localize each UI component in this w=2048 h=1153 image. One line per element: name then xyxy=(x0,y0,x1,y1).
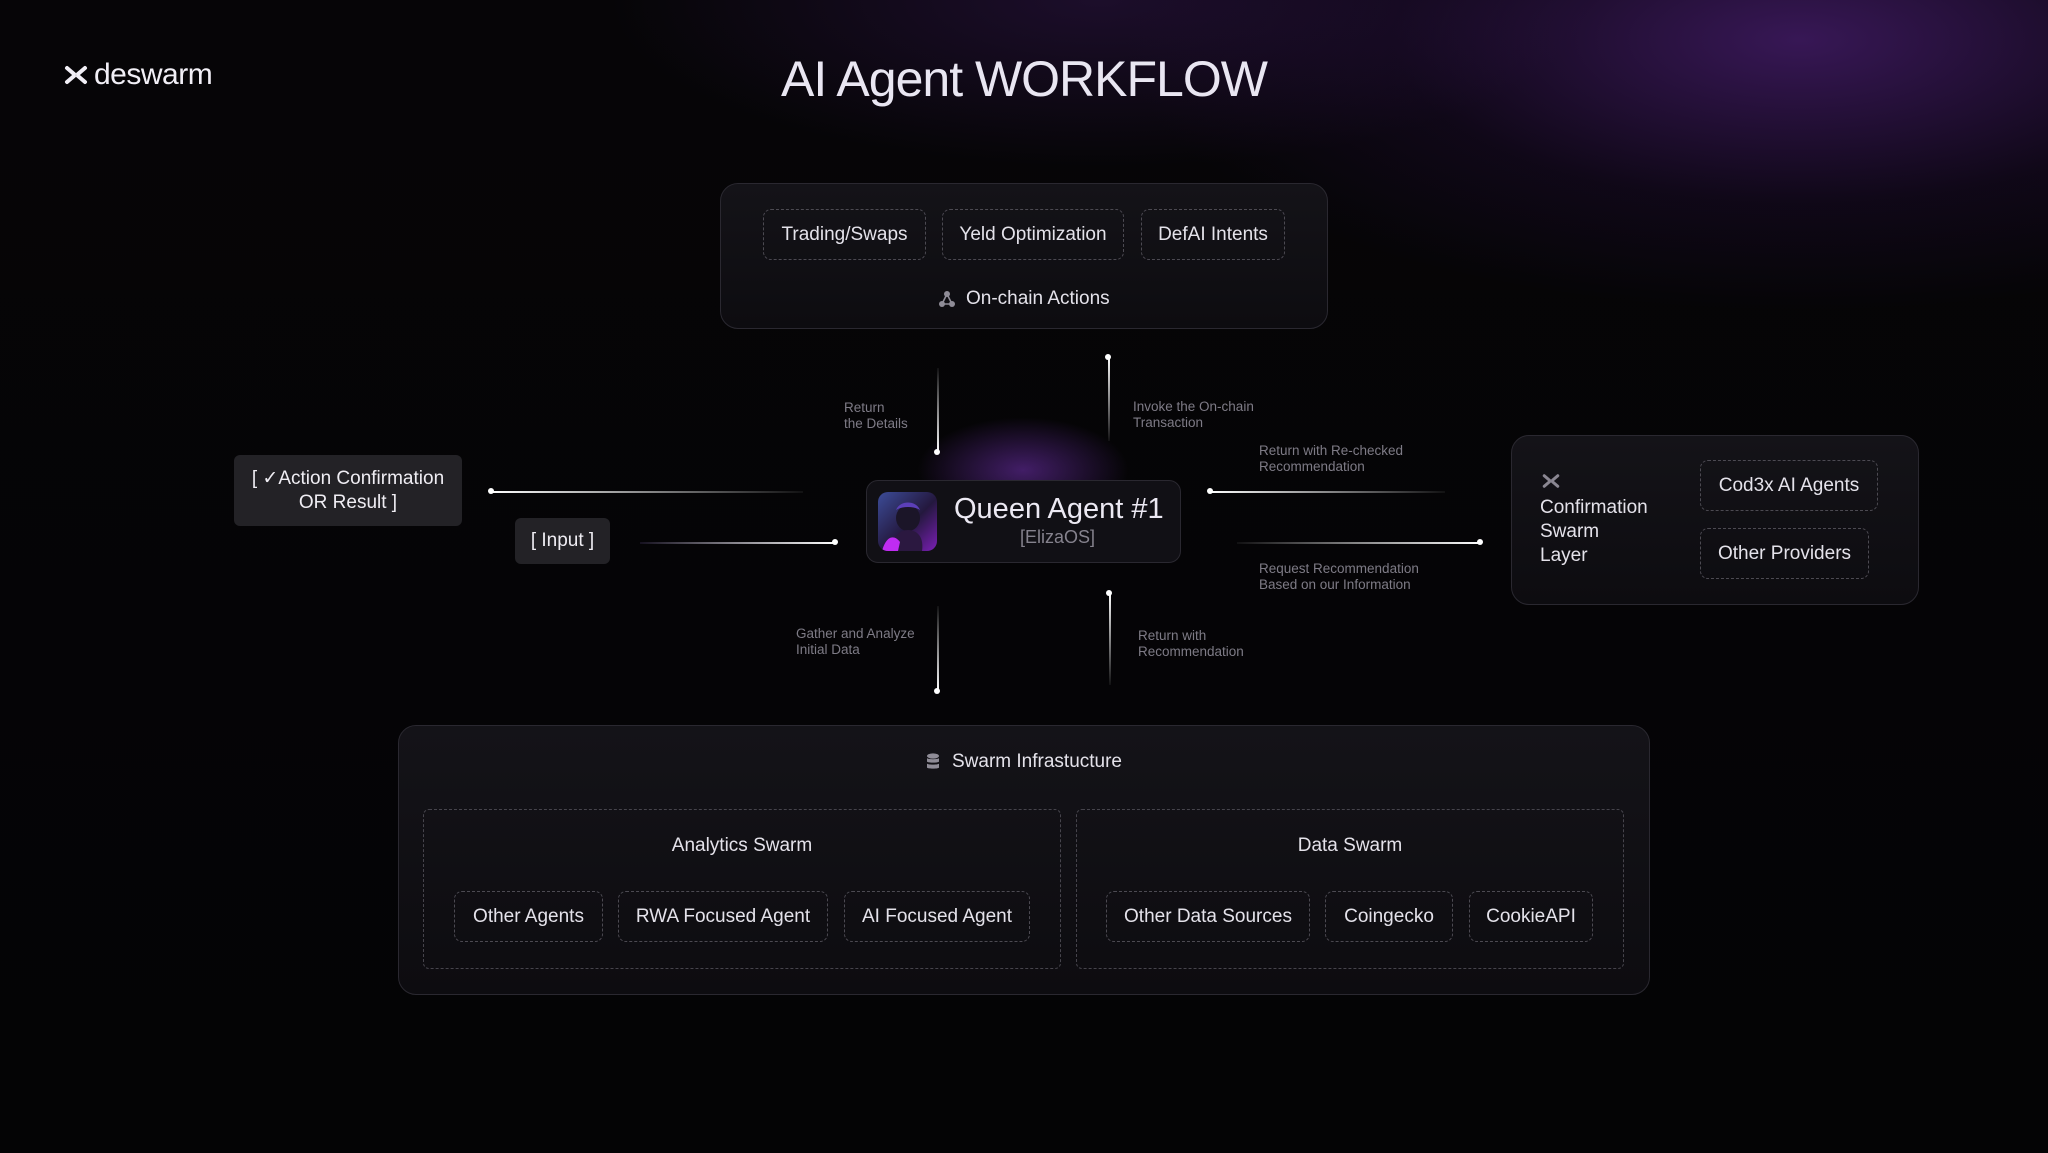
connector-invoke-tx xyxy=(1108,357,1110,441)
flow-label-return-rechecked: Return with Re-checked Recommendation xyxy=(1259,443,1404,474)
queen-agent-subtitle: [ElizaOS] xyxy=(1020,527,1096,547)
connector-output xyxy=(491,491,803,493)
agent-rwa-focused[interactable]: RWA Focused Agent xyxy=(618,891,828,942)
source-coingecko[interactable]: Coingecko xyxy=(1325,891,1453,942)
connector-gather-analyze xyxy=(937,606,939,690)
queen-agent-name: Queen Agent #1 xyxy=(954,493,1164,525)
flow-label-request-reco: Request Recommendation Based on our Info… xyxy=(1259,561,1419,592)
provider-cod3x[interactable]: Cod3x AI Agents xyxy=(1700,460,1878,511)
connector-dot xyxy=(488,488,494,494)
page-title: AI Agent WORKFLOW xyxy=(781,51,1268,107)
connector-dot xyxy=(934,449,940,455)
flow-label-return-details: Return the Details xyxy=(844,400,908,431)
confirmation-swarm-label: Confirmation Swarm Layer xyxy=(1540,497,1648,566)
flow-label-invoke-tx: Invoke the On-chain Transaction xyxy=(1133,399,1254,430)
connector-dot xyxy=(1207,488,1213,494)
connector-dot xyxy=(1477,539,1483,545)
connector-request-reco xyxy=(1237,542,1481,544)
data-swarm-title: Data Swarm xyxy=(1297,835,1403,856)
connector-return-reco xyxy=(1109,593,1111,685)
analytics-swarm-title: Analytics Swarm xyxy=(671,835,813,856)
agent-other-agents[interactable]: Other Agents xyxy=(454,891,603,942)
onchain-actions-label: On-chain Actions xyxy=(938,288,1110,310)
swarm-infrastructure-text: Swarm Infrastucture xyxy=(952,751,1122,772)
database-icon xyxy=(927,753,939,769)
connector-dot xyxy=(934,688,940,694)
connector-return-rechecked xyxy=(1210,491,1445,493)
action-defai-intents[interactable]: DefAI Intents xyxy=(1141,209,1285,260)
network-icon xyxy=(939,291,955,307)
flow-label-gather-analyze: Gather and Analyze Initial Data xyxy=(796,626,915,657)
input-box: [ Input ] xyxy=(515,518,610,564)
data-swarm-box xyxy=(1076,809,1624,969)
provider-other[interactable]: Other Providers xyxy=(1700,528,1869,579)
action-trading-swaps[interactable]: Trading/Swaps xyxy=(763,209,926,260)
analytics-swarm-box xyxy=(423,809,1061,969)
output-action-confirmation: [ ✓Action Confirmation OR Result ] xyxy=(234,455,462,526)
flow-label-return-reco: Return with Recommendation xyxy=(1138,628,1244,659)
swarm-mark-icon xyxy=(1542,474,1560,488)
connector-dot xyxy=(832,539,838,545)
connector-dot xyxy=(1106,590,1112,596)
onchain-actions-text: On-chain Actions xyxy=(966,288,1110,309)
agent-avatar xyxy=(878,492,937,551)
swarm-infrastructure-title: Swarm Infrastucture xyxy=(926,751,1122,773)
action-yield-optimization[interactable]: Yeld Optimization xyxy=(942,209,1124,260)
connector-return-details xyxy=(937,368,939,452)
source-other-data[interactable]: Other Data Sources xyxy=(1106,891,1310,942)
connector-input xyxy=(640,542,835,544)
connector-dot xyxy=(1105,354,1111,360)
agent-ai-focused[interactable]: AI Focused Agent xyxy=(844,891,1030,942)
source-cookieapi[interactable]: CookieAPI xyxy=(1469,891,1593,942)
